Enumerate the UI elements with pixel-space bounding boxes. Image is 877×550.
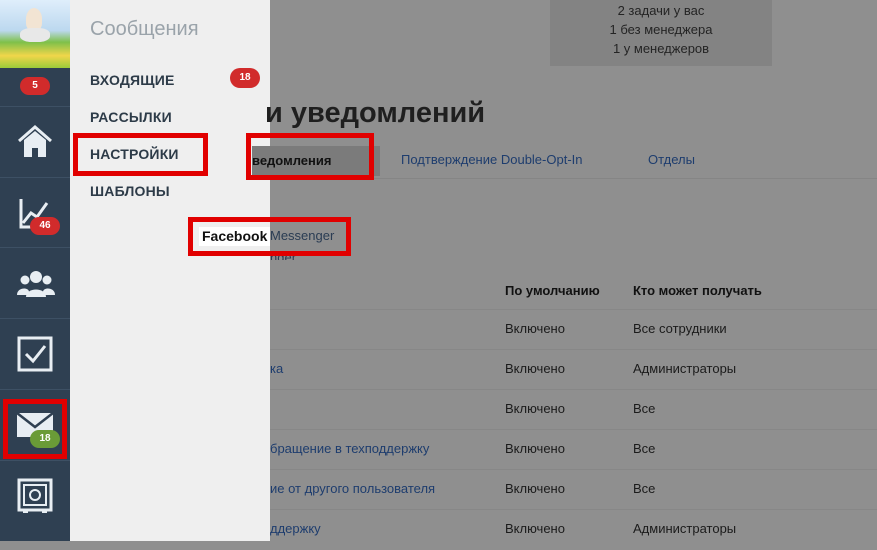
rail-item-tasks[interactable] [0,318,70,388]
summary-line: 1 без менеджера [609,22,713,37]
summary-line: 1 у менеджеров [612,41,710,56]
row-name[interactable]: ддержку [270,521,321,536]
table-row: ддержку Включено Администраторы [270,509,877,550]
column-header-default[interactable]: По умолчанию [505,283,600,298]
tasks-summary: 2 задачи у вас 1 без менеджера 1 у менед… [550,0,772,66]
reports-badge: 46 [30,217,60,235]
row-name[interactable]: бращение в техподдержку [270,441,429,456]
messages-menu: Сообщения ВХОДЯЩИЕ 18 РАССЫЛКИ НАСТРОЙКИ… [70,0,270,541]
row-default: Включено [505,401,565,416]
avatar[interactable] [0,0,70,68]
users-icon [17,271,55,297]
highlight-facebook-messenger [188,217,351,256]
row-who: Администраторы [633,361,737,376]
row-default: Включено [505,481,565,496]
row-who: Администраторы [633,521,737,536]
row-name[interactable]: ка [270,361,283,376]
highlight-messages [3,399,67,459]
table-row: Включено Все [270,389,877,430]
row-default: Включено [505,361,565,376]
page-title: и уведомлений [265,97,486,129]
tab-double-opt-in[interactable]: Подтверждение Double-Opt-In [401,152,583,167]
row-default: Включено [505,521,565,536]
safe-icon [17,478,53,513]
avatar-figure [26,8,42,30]
highlight-settings [73,133,208,176]
table-row: ка Включено Администраторы [270,349,877,390]
table-row: Включено Все сотрудники [270,309,877,350]
row-who: Все сотрудники [633,321,727,336]
inbox-badge: 18 [230,68,260,88]
tasks-icon [17,336,53,372]
summary-line: 2 задачи у вас [617,3,705,18]
table-row: бращение в техподдержку Включено Все [270,429,877,470]
rail-item-reports[interactable]: 46 [0,177,70,247]
rail-item-home[interactable] [0,106,70,176]
menu-title: Сообщения [90,18,199,40]
rail-item-contacts[interactable] [0,247,70,317]
row-default: Включено [505,441,565,456]
menu-item-mailings[interactable]: РАССЫЛКИ [90,109,172,125]
row-who: Все [633,401,656,416]
highlight-notifications-tab [246,133,374,180]
menu-item-inbox[interactable]: ВХОДЯЩИЕ [90,72,175,88]
row-who: Все [633,481,656,496]
column-header-who[interactable]: Кто может получать [633,283,762,298]
tab-departments[interactable]: Отделы [648,152,695,167]
row-who: Все [633,441,656,456]
table-row: ие от другого пользователя Включено Все [270,469,877,510]
icon-rail: 5 46 18 [0,0,70,541]
row-name[interactable]: ие от другого пользователя [270,481,435,496]
avatar-figure-body [20,28,50,42]
rail-item-safe[interactable] [0,460,70,530]
menu-item-templates[interactable]: ШАБЛОНЫ [90,183,170,199]
home-icon [18,125,52,157]
notification-badge[interactable]: 5 [20,77,50,95]
row-default: Включено [505,321,565,336]
